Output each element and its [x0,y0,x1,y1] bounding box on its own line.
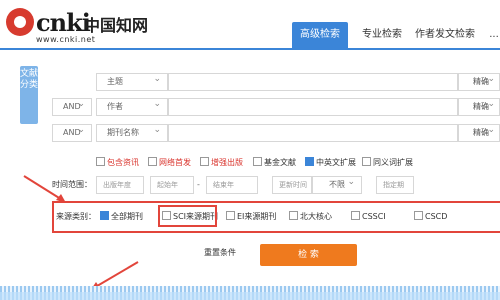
annotation-arrows [23,175,139,291]
arrow-to-source-line [23,175,65,202]
arrow-bottom-line [91,261,139,290]
bottom-strip-fill [0,292,500,300]
arrow-to-source-head [56,194,66,203]
